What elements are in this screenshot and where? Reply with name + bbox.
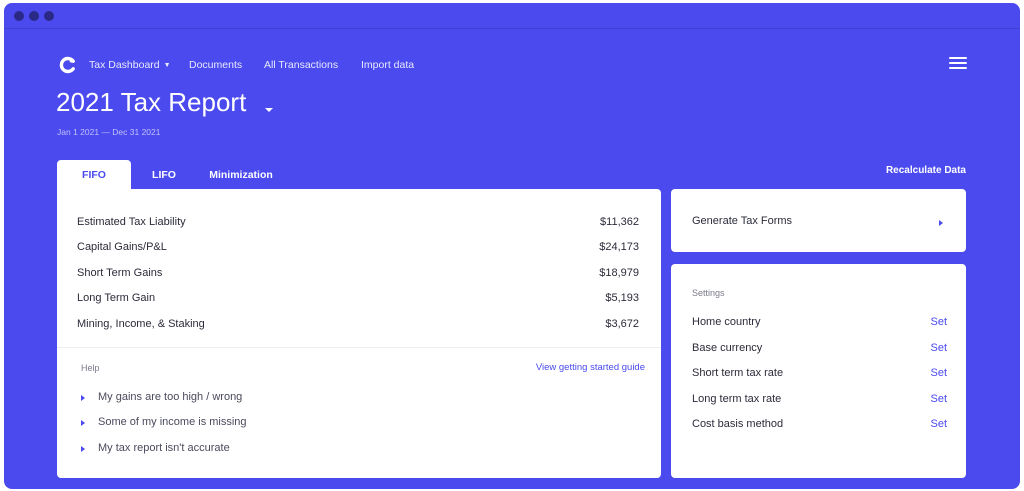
stat-row: Mining, Income, & Staking $3,672 — [77, 316, 639, 336]
help-heading: Help — [81, 363, 100, 373]
stat-label: Estimated Tax Liability — [77, 216, 186, 228]
tab-lifo[interactable]: LIFO — [142, 160, 186, 190]
window-close-dot[interactable] — [14, 11, 24, 21]
caret-right-icon — [939, 220, 943, 226]
nav-documents[interactable]: Documents — [189, 59, 242, 71]
stat-value: $3,672 — [605, 318, 639, 330]
nav-tax-dashboard[interactable]: Tax Dashboard ▼ — [89, 59, 171, 71]
stat-label: Short Term Gains — [77, 267, 163, 279]
help-item[interactable]: My gains are too high / wrong — [81, 391, 381, 407]
hamburger-icon[interactable] — [949, 57, 967, 71]
setting-label: Base currency — [692, 342, 763, 354]
stat-row: Short Term Gains $18,979 — [77, 265, 639, 285]
generate-tax-forms-button[interactable]: Generate Tax Forms — [671, 189, 966, 252]
set-long-term-tax-rate-button[interactable]: Set — [930, 393, 947, 405]
nav-tax-dashboard-label: Tax Dashboard — [89, 59, 160, 71]
help-item[interactable]: Some of my income is missing — [81, 416, 381, 432]
brand-logo-icon[interactable] — [59, 56, 77, 74]
setting-row: Base currency Set — [692, 340, 947, 358]
window-maximize-dot[interactable] — [44, 11, 54, 21]
window-minimize-dot[interactable] — [29, 11, 39, 21]
stat-label: Capital Gains/P&L — [77, 241, 167, 253]
setting-label: Short term tax rate — [692, 367, 784, 379]
stat-value: $18,979 — [599, 267, 639, 279]
setting-row: Short term tax rate Set — [692, 365, 947, 383]
nav-import-data[interactable]: Import data — [361, 59, 414, 71]
set-short-term-tax-rate-button[interactable]: Set — [930, 367, 947, 379]
generate-tax-forms-label: Generate Tax Forms — [692, 215, 793, 227]
caret-right-icon — [81, 395, 85, 401]
stat-label: Mining, Income, & Staking — [77, 318, 205, 330]
setting-label: Home country — [692, 316, 761, 328]
help-item[interactable]: My tax report isn't accurate — [81, 442, 381, 458]
setting-row: Long term tax rate Set — [692, 391, 947, 409]
stat-label: Long Term Gain — [77, 292, 156, 304]
setting-row: Home country Set — [692, 314, 947, 332]
recalculate-data-button[interactable]: Recalculate Data — [864, 165, 966, 176]
stat-row: Estimated Tax Liability $11,362 — [77, 214, 639, 234]
setting-row: Cost basis method Set — [692, 416, 947, 434]
page-title: 2021 Tax Report — [56, 87, 247, 117]
nav-all-transactions[interactable]: All Transactions — [264, 59, 338, 71]
settings-heading: Settings — [692, 288, 725, 298]
window-titlebar — [4, 3, 1020, 29]
tax-summary-card: Estimated Tax Liability $11,362 Capital … — [57, 189, 661, 478]
chevron-down-icon[interactable] — [262, 102, 276, 112]
settings-card: Settings Home country Set Base currency … — [671, 264, 966, 478]
set-home-country-button[interactable]: Set — [930, 316, 947, 328]
date-range: Jan 1 2021 — Dec 31 2021 — [57, 127, 161, 137]
set-cost-basis-method-button[interactable]: Set — [930, 418, 947, 430]
stat-row: Long Term Gain $5,193 — [77, 290, 639, 310]
caret-right-icon — [81, 420, 85, 426]
divider — [57, 347, 661, 348]
setting-label: Long term tax rate — [692, 393, 782, 405]
caret-right-icon — [81, 446, 85, 452]
stat-row: Capital Gains/P&L $24,173 — [77, 239, 639, 259]
set-base-currency-button[interactable]: Set — [930, 342, 947, 354]
app-window: Tax Dashboard ▼ Documents All Transaction… — [4, 3, 1020, 489]
setting-label: Cost basis method — [692, 418, 784, 430]
tab-fifo[interactable]: FIFO — [57, 160, 131, 190]
getting-started-guide-link[interactable]: View getting started guide — [497, 362, 645, 373]
help-item-label: My tax report isn't accurate — [98, 442, 230, 454]
help-item-label: Some of my income is missing — [98, 416, 247, 428]
help-item-label: My gains are too high / wrong — [98, 391, 243, 403]
stat-value: $5,193 — [605, 292, 639, 304]
stat-value: $24,173 — [599, 241, 639, 253]
stat-value: $11,362 — [600, 216, 639, 228]
caret-down-icon: ▼ — [163, 62, 171, 69]
tab-minimization[interactable]: Minimization — [204, 160, 278, 190]
